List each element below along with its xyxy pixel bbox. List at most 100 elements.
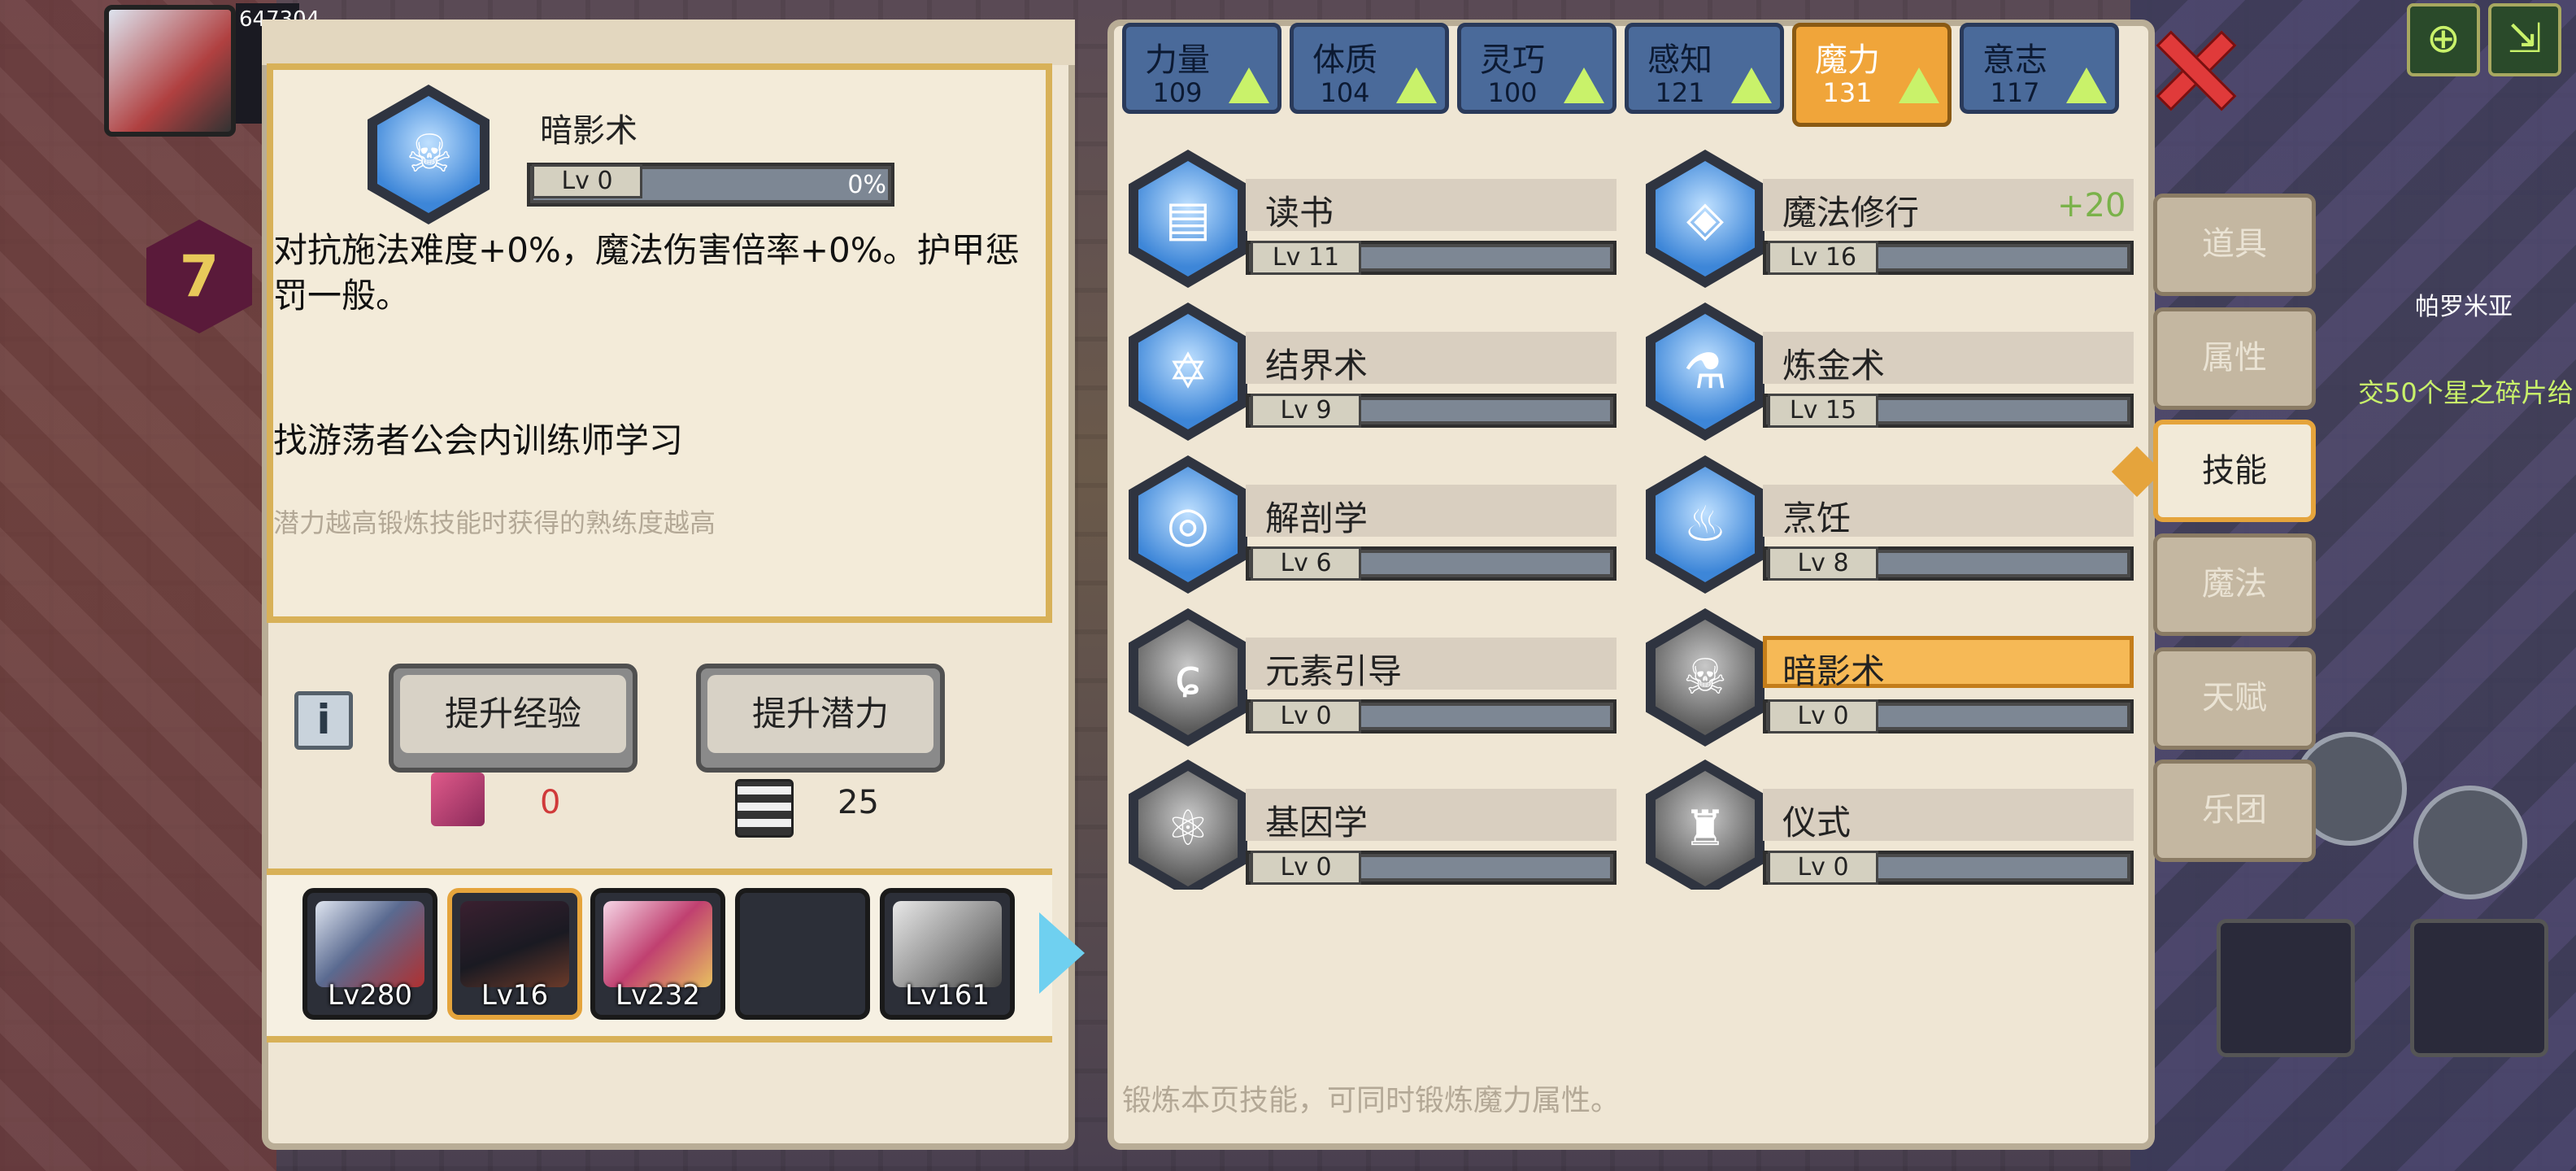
tab-value: 131 <box>1822 77 1873 108</box>
upgrade-arrow-icon <box>1564 67 1604 103</box>
party-member-slot[interactable]: Lv16 <box>447 888 582 1020</box>
skill-name: 暗影术 <box>1782 651 1886 691</box>
skill-level: Lv 0 <box>1768 699 1878 734</box>
skill-level: Lv 8 <box>1768 546 1878 581</box>
globe-icon[interactable]: ⊕ <box>2407 3 2480 76</box>
side-menu-magic[interactable]: 魔法 <box>2153 533 2316 636</box>
side-menu-items[interactable]: 道具 <box>2153 194 2316 296</box>
raise-exp-label: 提升经验 <box>400 675 626 753</box>
bow-icon[interactable] <box>2410 919 2548 1057</box>
tab-magic[interactable]: 魔力 131 <box>1792 23 1952 127</box>
raise-exp-button[interactable]: 提升经验 <box>389 664 637 773</box>
skill-icon-bg: ♜ <box>1656 771 1755 886</box>
close-icon[interactable] <box>2156 31 2231 106</box>
skills-list-clip <box>1114 890 2148 1060</box>
skill-level: Lv 0 <box>1251 851 1361 885</box>
party-member-slot[interactable]: Lv232 <box>590 888 725 1020</box>
skill-level: Lv 11 <box>1251 241 1361 275</box>
party-member-portrait <box>603 901 712 987</box>
party-member-portrait <box>893 901 1002 987</box>
skill-name: 解剖学 <box>1265 498 1368 538</box>
skill-name: 魔法修行 <box>1782 193 1920 233</box>
info-button[interactable]: i <box>294 691 353 750</box>
tab-dexterity[interactable]: 灵巧 100 <box>1457 23 1617 114</box>
sword-icon[interactable] <box>2217 919 2355 1057</box>
upgrade-arrow-icon <box>1396 67 1437 103</box>
tab-value: 104 <box>1320 77 1370 108</box>
selected-skill-name: 暗影术 <box>540 112 637 150</box>
skill-name: 结界术 <box>1265 346 1368 385</box>
skill-level: Lv 0 <box>1768 851 1878 885</box>
skills-footer-hint: 锻炼本页技能，可同时锻炼魔力属性。 <box>1122 1084 1621 1117</box>
tab-strength[interactable]: 力量 109 <box>1122 23 1281 114</box>
quest-tracker[interactable]: 交50个星之碎片给 <box>2358 372 2574 410</box>
skill-icon-bg: ◈ <box>1656 161 1755 276</box>
skill-level: Lv 15 <box>1768 394 1878 428</box>
player-portrait[interactable] <box>104 5 236 137</box>
skill-effect-text: 对抗施法难度+0%，魔法伤害倍率+0%。护甲惩罚一般。 <box>273 230 1020 316</box>
party-member-slot[interactable]: Lv280 <box>302 888 437 1020</box>
side-menu-skills[interactable]: 技能 <box>2153 420 2316 522</box>
skill-name: 读书 <box>1265 193 1334 233</box>
skill-level: Lv 6 <box>1251 546 1361 581</box>
skill-name: 基因学 <box>1265 803 1368 842</box>
skill-icon-bg: ◎ <box>1138 467 1238 582</box>
tab-label: 感知 <box>1647 41 1712 79</box>
party-member-portrait <box>315 901 424 987</box>
minimize-icon[interactable]: ⇲ <box>2488 3 2561 76</box>
tab-label: 力量 <box>1145 41 1210 79</box>
skill-level: Lv 0 <box>1251 699 1361 734</box>
skill-icon-bg: ▤ <box>1138 161 1238 276</box>
potential-scroll-icon <box>735 779 794 838</box>
side-menu-attributes[interactable]: 属性 <box>2153 307 2316 410</box>
skill-icon-bg: ♨ <box>1656 467 1755 582</box>
skill-name: 仪式 <box>1782 803 1852 842</box>
background-left-decor <box>0 0 276 1171</box>
skill-icon-bg: ☠ <box>1656 620 1755 735</box>
tab-label: 魔力 <box>1815 41 1880 79</box>
skill-name: 烹饪 <box>1782 498 1852 538</box>
side-menu-talents[interactable]: 天赋 <box>2153 647 2316 750</box>
party-member-portrait <box>460 901 569 987</box>
tab-value: 121 <box>1655 77 1705 108</box>
compass-icon[interactable] <box>2413 786 2527 899</box>
learn-hint-text: 找游荡者公会内训练师学习 <box>273 420 684 460</box>
skull-flame-icon: ☠ <box>406 124 453 185</box>
tab-will[interactable]: 意志 117 <box>1960 23 2119 114</box>
raise-potential-button[interactable]: 提升潜力 <box>696 664 945 773</box>
map-name: 帕罗米亚 <box>2415 293 2513 321</box>
upgrade-arrow-icon <box>1229 67 1269 103</box>
exp-book-icon <box>431 773 485 826</box>
exp-resource-count: 0 <box>540 784 561 821</box>
upgrade-arrow-icon <box>1731 67 1772 103</box>
party-member-slot-empty[interactable] <box>735 888 870 1020</box>
party-member-level: Lv232 <box>616 979 700 1012</box>
skill-icon-bg: ✡ <box>1138 314 1238 429</box>
party-member-level: Lv280 <box>328 979 412 1012</box>
tab-perception[interactable]: 感知 121 <box>1625 23 1784 114</box>
skill-level-tag: Lv 0 <box>532 164 642 198</box>
skill-level: Lv 16 <box>1768 241 1878 275</box>
detail-panel-header <box>262 20 1075 65</box>
party-member-level: Lv161 <box>905 979 990 1012</box>
skill-level: Lv 9 <box>1251 394 1361 428</box>
skill-icon-bg: ɕ <box>1138 620 1238 735</box>
party-member-level: Lv16 <box>481 979 549 1012</box>
skill-icon-bg: ⚗ <box>1656 314 1755 429</box>
skill-icon-bg: ⚛ <box>1138 771 1238 886</box>
tab-value: 117 <box>1990 77 2040 108</box>
skill-bonus: +20 <box>2057 187 2126 224</box>
skill-name: 炼金术 <box>1782 346 1886 385</box>
tab-label: 灵巧 <box>1480 41 1545 79</box>
potential-resource-count: 25 <box>838 784 879 821</box>
tab-label: 体质 <box>1312 41 1377 79</box>
upgrade-arrow-icon <box>1899 67 1939 103</box>
tab-constitution[interactable]: 体质 104 <box>1290 23 1449 114</box>
upgrade-arrow-icon <box>2066 67 2107 103</box>
side-menu-troupe[interactable]: 乐团 <box>2153 760 2316 862</box>
potential-hint-text: 潜力越高锻炼技能时获得的熟练度越高 <box>273 507 716 538</box>
party-member-slot[interactable]: Lv161 <box>880 888 1015 1020</box>
tab-value: 100 <box>1487 77 1538 108</box>
tab-label: 意志 <box>1982 41 2047 79</box>
tab-value: 109 <box>1152 77 1203 108</box>
